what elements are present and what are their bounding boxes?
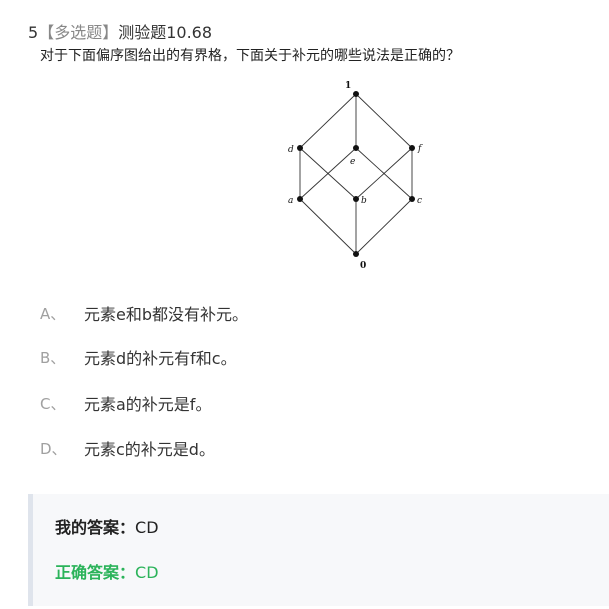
option-d[interactable]: D、 元素c的补元是d。 <box>40 436 215 460</box>
my-answer-label: 我的答案： <box>55 518 136 537</box>
option-b[interactable]: B、 元素d的补元有f和c。 <box>40 345 237 369</box>
correct-answer: 正确答案：CD <box>55 562 159 584</box>
option-text: 元素a的补元是f。 <box>84 395 212 414</box>
edge-a-bottom <box>299 198 357 255</box>
correct-answer-label: 正确答案： <box>55 563 136 582</box>
edge-top-d <box>299 93 357 149</box>
option-a[interactable]: A、 元素e和b都没有补元。 <box>40 301 248 325</box>
question-type: 【多选题】 <box>38 23 119 42</box>
option-text: 元素e和b都没有补元。 <box>84 305 249 324</box>
question-number: 5 <box>28 23 39 42</box>
label-c: c <box>417 196 422 206</box>
option-letter: D、 <box>40 439 67 458</box>
question-title: 测验题10.68 <box>118 23 213 42</box>
node-f <box>409 145 415 151</box>
edge-top-f <box>355 93 413 149</box>
edge-c-bottom <box>355 198 413 255</box>
label-e: e <box>350 157 355 167</box>
node-a <box>297 196 303 202</box>
node-c <box>409 196 415 202</box>
label-b: b <box>361 196 367 206</box>
question-text: 对于下面偏序图给出的有界格，下面关于补元的哪些说法是正确的？ <box>40 48 460 64</box>
label-top: 1 <box>345 81 351 91</box>
label-a: a <box>288 196 293 206</box>
hasse-diagram: 1 d e f a b c 0 <box>270 76 440 276</box>
label-d: d <box>288 145 294 155</box>
label-bottom: 0 <box>360 261 366 271</box>
option-letter: C、 <box>40 394 66 413</box>
node-top <box>353 91 359 97</box>
question-header: 5【多选题】测验题10.68 <box>28 22 212 44</box>
option-c[interactable]: C、 元素a的补元是f。 <box>40 391 211 415</box>
option-text: 元素c的补元是d。 <box>84 440 215 459</box>
option-letter: B、 <box>40 348 66 367</box>
answer-panel: 我的答案：CD 正确答案：CD <box>28 494 609 606</box>
hasse-diagram-svg: 1 d e f a b c 0 <box>288 81 423 271</box>
label-f: f <box>417 144 423 154</box>
node-d <box>297 145 303 151</box>
correct-answer-value: CD <box>135 563 159 582</box>
my-answer-value: CD <box>135 518 159 537</box>
node-b <box>353 196 359 202</box>
node-e <box>353 145 359 151</box>
option-letter: A、 <box>40 304 66 323</box>
option-text: 元素d的补元有f和c。 <box>84 349 237 368</box>
node-bottom <box>353 251 359 257</box>
my-answer: 我的答案：CD <box>55 517 159 539</box>
